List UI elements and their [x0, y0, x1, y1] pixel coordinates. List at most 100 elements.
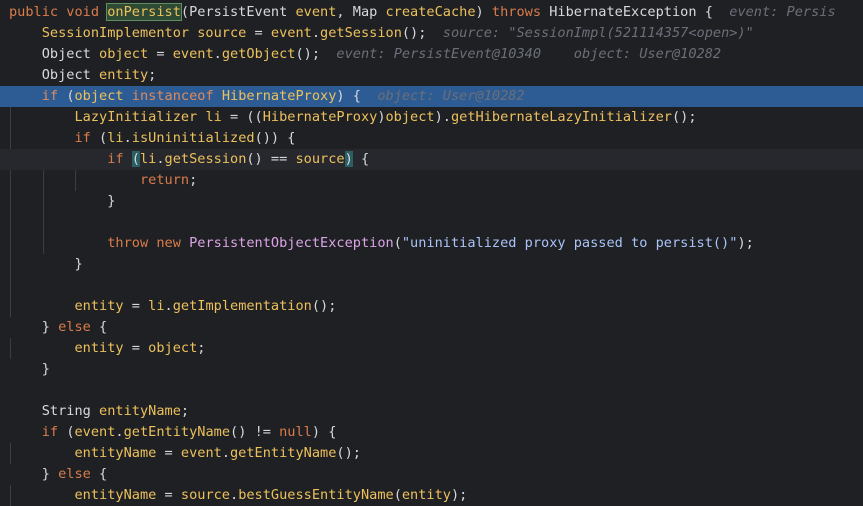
code-token: ( [66, 424, 75, 440]
code-token: ); [737, 235, 754, 251]
code-token: onPersist [106, 3, 182, 21]
code-token: ( [393, 487, 402, 503]
code-token: } [41, 361, 50, 377]
code-line[interactable]: Object entity; [0, 65, 863, 86]
code-token: ). [434, 109, 451, 125]
code-line[interactable]: if (li.isUninitialized()) { [0, 128, 863, 149]
code-token: ( [393, 235, 402, 251]
code-line[interactable]: throw new PersistentObjectException("uni… [0, 233, 863, 254]
code-token: { [352, 151, 370, 167]
code-line[interactable]: entity = object; [0, 338, 863, 359]
code-token: getHibernateLazyInitializer [450, 109, 672, 125]
code-token: (); [295, 46, 321, 62]
code-line[interactable]: if (li.getSession() == source) { [0, 149, 863, 170]
code-token: getSession [164, 151, 247, 167]
code-token: HibernateProxy [221, 88, 337, 104]
code-token: LazyInitializer [74, 109, 206, 125]
code-line[interactable]: public void onPersist(PersistEvent event… [0, 2, 863, 23]
code-token: event [295, 4, 337, 20]
code-token: . [221, 445, 230, 461]
code-token: ) [344, 151, 353, 167]
code-token: if [107, 151, 132, 167]
code-line[interactable] [0, 275, 863, 296]
code-line[interactable]: } [0, 254, 863, 275]
code-token: (); [336, 445, 361, 461]
code-line[interactable]: } else { [0, 317, 863, 338]
code-token: public [9, 4, 67, 20]
code-token: getObject [221, 46, 296, 62]
code-token: . [230, 487, 239, 503]
code-line[interactable]: LazyInitializer li = ((HibernateProxy)ob… [0, 107, 863, 128]
code-token: ) { [336, 88, 361, 104]
code-token: object [148, 340, 198, 356]
code-token: entity [99, 67, 149, 83]
code-line[interactable]: } [0, 191, 863, 212]
code-token: if [74, 130, 100, 146]
code-token: () != [230, 424, 280, 440]
code-token: if [41, 424, 67, 440]
code-line[interactable]: entityName = source.bestGuessEntityName(… [0, 485, 863, 506]
code-line[interactable]: String entityName; [0, 401, 863, 422]
code-token: if [41, 88, 67, 104]
code-token: ); [450, 487, 468, 503]
code-token: (PersistEvent [180, 4, 296, 20]
code-token: event [270, 25, 312, 41]
code-token: = [148, 46, 173, 62]
code-token: ()) { [254, 130, 296, 146]
inline-debug-value: source: "SessionImpl(521114357<open>)" [426, 25, 754, 41]
code-line[interactable]: } else { [0, 464, 863, 485]
code-token: entity [74, 340, 124, 356]
code-line[interactable]: SessionImplementor source = event.getSes… [0, 23, 863, 44]
code-line[interactable] [0, 380, 863, 401]
code-token: createCache [385, 4, 476, 20]
code-token: , Map [336, 4, 386, 20]
code-token: event [74, 424, 116, 440]
code-token: } [107, 193, 116, 209]
code-token: getSession [320, 25, 402, 41]
code-token: event [172, 46, 214, 62]
code-line[interactable]: entity = li.getImplementation(); [0, 296, 863, 317]
code-token: entityName [74, 445, 157, 461]
code-editor[interactable]: public void onPersist(PersistEvent event… [0, 0, 863, 506]
inline-debug-value: event: Persis [712, 4, 836, 20]
code-token: ( [66, 88, 75, 104]
code-token: PersistentObjectException [189, 235, 394, 251]
code-token: entity [74, 298, 124, 314]
code-token: ) [377, 109, 386, 125]
code-token: source [295, 151, 345, 167]
code-token: Object [41, 67, 100, 83]
code-line[interactable] [0, 212, 863, 233]
code-token: getEntityName [230, 445, 337, 461]
code-token: li [148, 298, 165, 314]
code-token: . [156, 151, 165, 167]
code-token: . [164, 298, 173, 314]
code-token: ; [197, 340, 206, 356]
breakpoint-line[interactable]: if (object instanceof HibernateProxy) { … [0, 86, 863, 107]
code-line[interactable]: return; [0, 170, 863, 191]
code-token: ; [180, 403, 190, 419]
code-token: } [41, 319, 59, 335]
code-line[interactable]: if (event.getEntityName() != null) { [0, 422, 863, 443]
code-line[interactable]: } [0, 359, 863, 380]
code-line[interactable]: Object object = event.getObject(); event… [0, 44, 863, 65]
code-token: throw [107, 235, 157, 251]
code-token: () == [246, 151, 296, 167]
code-token: entity [401, 487, 451, 503]
code-token: { [90, 466, 108, 482]
code-token: . [311, 25, 321, 41]
code-token: HibernateProxy [262, 109, 378, 125]
code-token: (); [671, 109, 697, 125]
code-token: String [41, 403, 100, 419]
code-token: ) [475, 4, 492, 20]
code-line[interactable]: entityName = event.getEntityName(); [0, 443, 863, 464]
code-token: "uninitialized proxy passed to persist()… [401, 235, 738, 251]
